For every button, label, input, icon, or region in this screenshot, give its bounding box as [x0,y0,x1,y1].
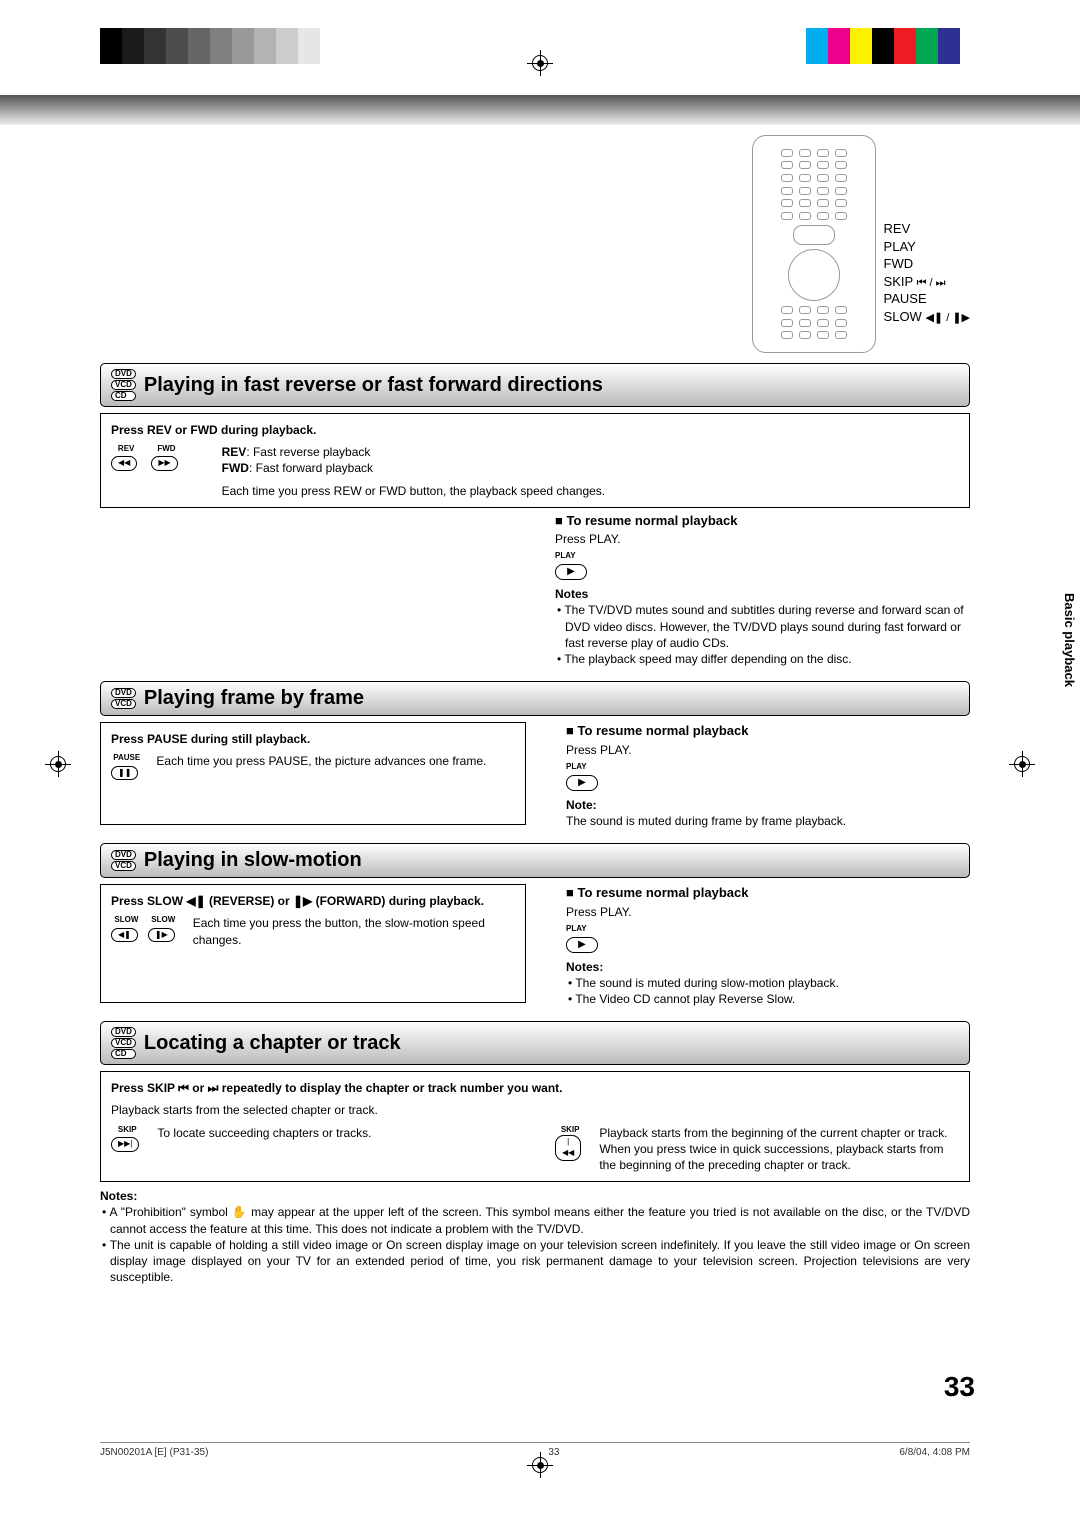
instruction-heading: Press REV or FWD during playback. [111,423,316,437]
note-text: • The sound is muted during slow-motion … [566,975,970,991]
section-tab: Basic playback [1059,590,1080,690]
fwd-button-label: FWD [151,444,181,455]
label-fwd: FWD [884,255,970,273]
footer-docid: J5N00201A [E] (P31-35) [100,1447,208,1458]
note-text: • The unit is capable of holding a still… [100,1237,970,1286]
instruction-heading: Press SLOW ◀❚ (REVERSE) or ❚▶ (FORWARD) … [111,894,484,908]
note-text: • The playback speed may differ dependin… [555,651,970,667]
section-header-fastscan: DVD VCD CD Playing in fast reverse or fa… [100,363,970,407]
page-content: REV PLAY FWD SKIP ⏮ / ⏭ PAUSE SLOW ◀❚ / … [100,135,970,1285]
play-button-icon: ▶ [566,775,598,791]
slowmo-instruction-text: Each time you press the button, the slow… [193,915,515,947]
section-title: Playing frame by frame [144,687,364,710]
section-header-frame: DVD VCD Playing frame by frame [100,681,970,716]
slow-icon: ◀❚ / ❚▶ [925,312,970,324]
locate-text: Playback starts from the beginning of th… [599,1125,959,1141]
disc-icons: DVD VCD CD [111,1027,136,1059]
disc-icons: DVD VCD [111,850,136,871]
fastscan-instruction-box: Press REV or FWD during playback. REV ◀◀… [100,413,970,508]
fwd-button-icon: ▶▶ [151,456,177,471]
remote-button-callouts: REV PLAY FWD SKIP ⏮ / ⏭ PAUSE SLOW ◀❚ / … [884,135,970,353]
notes-heading: Notes: [100,1188,970,1204]
locate-text: To locate succeeding chapters or tracks. [157,1125,371,1174]
page-number: 33 [944,1371,975,1403]
note-text: • A "Prohibition" symbol ✋ may appear at… [100,1204,970,1236]
footer-timestamp: 6/8/04, 4:08 PM [899,1447,970,1458]
pause-button-label: PAUSE [111,753,142,764]
press-play-text: Press PLAY. [555,531,970,547]
label-pause: PAUSE [884,290,970,308]
locate-instruction-box: Press SKIP ⏮ or ⏭ repeatedly to display … [100,1071,970,1182]
manual-page: REV PLAY FWD SKIP ⏮ / ⏭ PAUSE SLOW ◀❚ / … [0,0,1080,1528]
fastscan-instruction-text: Each time you press REW or FWD button, t… [222,483,606,499]
footer-page: 33 [548,1447,559,1458]
play-button-icon: ▶ [555,564,587,580]
section-title: Playing in slow-motion [144,849,362,872]
pause-button-icon: ❚❚ [111,766,138,781]
notes-heading: Notes [555,586,970,602]
note-text: • The Video CD cannot play Reverse Slow. [566,991,970,1007]
rev-button-icon: ◀◀ [111,456,137,471]
section-title: Locating a chapter or track [144,1032,401,1055]
page-footer: J5N00201A [E] (P31-35) 33 6/8/04, 4:08 P… [100,1442,970,1458]
label-play: PLAY [884,238,970,256]
section-title: Playing in fast reverse or fast forward … [144,374,603,397]
play-button-icon: ▶ [566,937,598,953]
instruction-heading: Press SKIP ⏮ or ⏭ repeatedly to display … [111,1081,563,1095]
grayscale-swatches [100,28,320,68]
section-header-locate: DVD VCD CD Locating a chapter or track [100,1021,970,1065]
frame-instruction-text: Each time you press PAUSE, the picture a… [156,753,486,780]
frame-instruction-box: Press PAUSE during still playback. PAUSE… [100,722,526,825]
cmyk-swatches [806,28,960,68]
note-text: • The TV/DVD mutes sound and subtitles d… [555,602,970,651]
label-slow: SLOW [884,309,922,324]
disc-icons: DVD VCD [111,688,136,709]
resume-heading: To resume normal playback [566,513,737,528]
disc-icons: DVD VCD CD [111,369,136,401]
remote-outline [752,135,876,353]
section-header-slowmo: DVD VCD Playing in slow-motion [100,843,970,878]
header-gradient [0,95,1080,125]
note-text: The sound is muted during frame by frame… [566,813,970,829]
slow-fwd-button-icon: ❚▶ [148,928,175,943]
locate-text: When you press twice in quick succession… [599,1141,959,1173]
rev-button-label: REV [111,444,141,455]
slowmo-instruction-box: Press SLOW ◀❚ (REVERSE) or ❚▶ (FORWARD) … [100,884,526,1003]
skip-fwd-button-icon: ▶▶| [111,1137,139,1152]
resume-heading: To resume normal playback [577,885,748,900]
slow-rev-button-icon: ◀❚ [111,928,138,943]
skip-icon: ⏮ / ⏭ [917,277,946,289]
skip-rev-button-icon: |◀◀ [555,1135,581,1161]
label-skip: SKIP [884,274,913,289]
resume-heading: To resume normal playback [577,723,748,738]
instruction-heading: Press PAUSE during still playback. [111,732,310,746]
label-rev: REV [884,220,970,238]
remote-control-diagram: REV PLAY FWD SKIP ⏮ / ⏭ PAUSE SLOW ◀❚ / … [100,135,970,353]
